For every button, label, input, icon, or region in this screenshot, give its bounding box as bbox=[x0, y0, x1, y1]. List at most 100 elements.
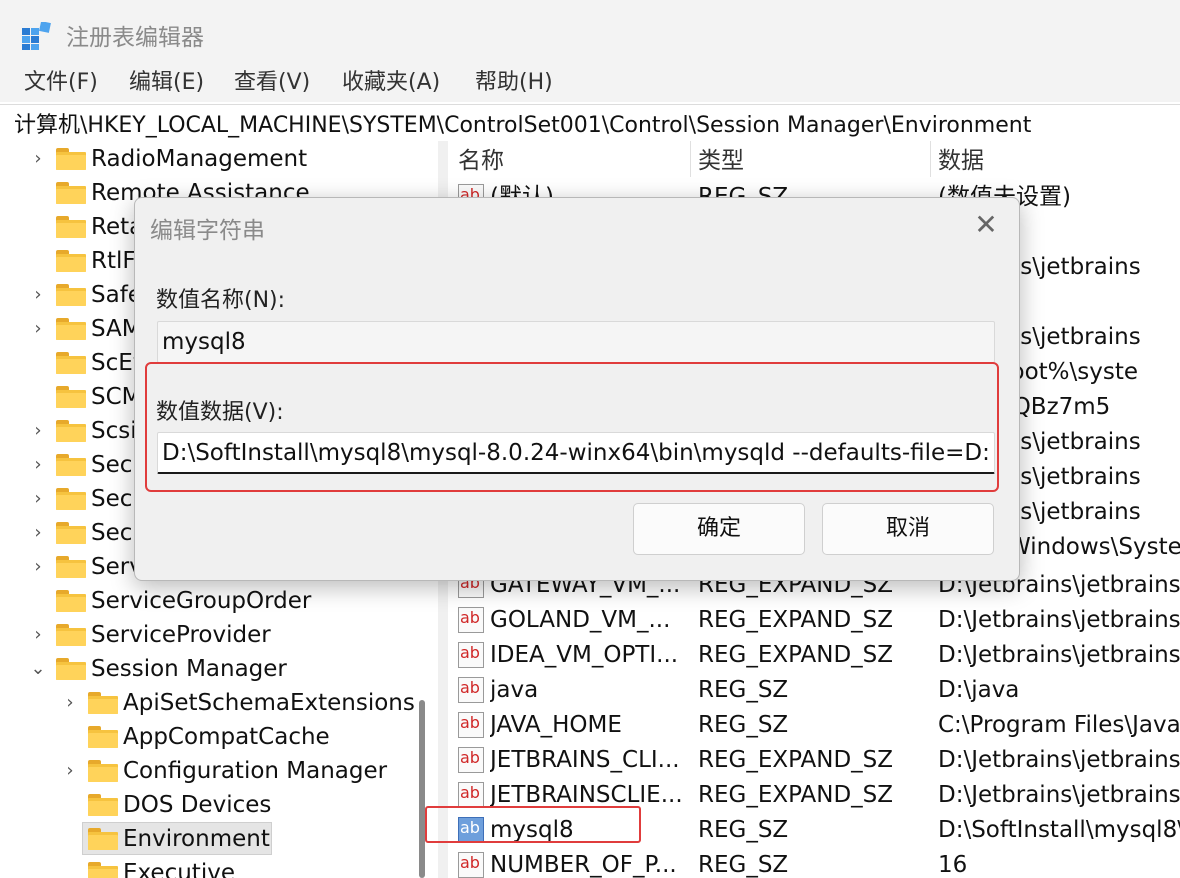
tree-scrollbar[interactable] bbox=[419, 700, 425, 878]
string-value-icon: ab bbox=[458, 677, 484, 703]
cancel-button[interactable]: 取消 bbox=[822, 503, 994, 555]
tree-item[interactable]: ⌄ Session Manager bbox=[0, 652, 438, 686]
folder-icon bbox=[56, 182, 86, 204]
chevron-right-icon[interactable]: › bbox=[30, 557, 46, 577]
tree-item[interactable]: › ServiceProvider bbox=[0, 618, 438, 652]
value-name: IDEA_VM_OPTI... bbox=[490, 642, 679, 668]
value-data: D:\SoftInstall\mysql8\ bbox=[938, 817, 1180, 843]
value-type: REG_EXPAND_SZ bbox=[698, 782, 894, 808]
menu-view[interactable]: 查看(V) bbox=[234, 68, 310, 98]
string-value-icon: ab bbox=[458, 607, 484, 633]
menu-edit[interactable]: 编辑(E) bbox=[129, 68, 204, 98]
folder-icon bbox=[88, 692, 118, 714]
column-header-type[interactable]: 类型 bbox=[698, 141, 744, 177]
value-name-field[interactable]: mysql8 bbox=[157, 321, 995, 363]
folder-icon bbox=[56, 556, 86, 578]
value-data: D:\Jetbrains\jetbrains bbox=[938, 607, 1180, 633]
tree-item[interactable]: › ApiSetSchemaExtensions bbox=[0, 686, 438, 720]
column-header-name[interactable]: 名称 bbox=[458, 141, 504, 177]
list-row[interactable]: ab IDEA_VM_OPTI... REG_EXPAND_SZ D:\Jetb… bbox=[448, 638, 1180, 673]
folder-icon bbox=[56, 216, 86, 238]
value-data: Windows\System3 bbox=[1008, 534, 1180, 560]
value-data-label: 数值数据(V): bbox=[156, 400, 284, 425]
annotation-highlight-box bbox=[425, 806, 641, 843]
list-row[interactable]: ab java REG_SZ D:\java bbox=[448, 673, 1180, 708]
chevron-right-icon[interactable]: › bbox=[30, 625, 46, 645]
value-name: java bbox=[490, 677, 539, 703]
folder-icon bbox=[56, 386, 86, 408]
window-title: 注册表编辑器 bbox=[66, 25, 204, 51]
value-name: GOLAND_VM_... bbox=[490, 607, 671, 633]
chevron-right-icon[interactable]: › bbox=[30, 455, 46, 475]
folder-icon bbox=[56, 420, 86, 442]
value-data: D:\java bbox=[938, 677, 1020, 703]
value-name: JAVA_HOME bbox=[490, 712, 622, 738]
tree-item[interactable]: DOS Devices bbox=[0, 788, 438, 822]
chevron-right-icon[interactable]: › bbox=[30, 285, 46, 305]
tree-item-label: Session Manager bbox=[91, 656, 287, 682]
list-row[interactable]: ab GOLAND_VM_... REG_EXPAND_SZ D:\Jetbra… bbox=[448, 603, 1180, 638]
list-row[interactable]: ab JETBRAINS_CLI... REG_EXPAND_SZ D:\Jet… bbox=[448, 743, 1180, 778]
menu-help[interactable]: 帮助(H) bbox=[475, 68, 553, 98]
tree-item[interactable]: › RadioManagement bbox=[0, 142, 438, 176]
chevron-right-icon[interactable]: › bbox=[30, 421, 46, 441]
value-data: C:\Program Files\Java bbox=[938, 712, 1180, 738]
column-divider[interactable] bbox=[930, 141, 931, 177]
folder-icon bbox=[88, 760, 118, 782]
chevron-down-icon[interactable]: ⌄ bbox=[30, 659, 46, 679]
value-type: REG_EXPAND_SZ bbox=[698, 642, 894, 668]
close-icon[interactable]: ✕ bbox=[971, 210, 1001, 240]
ok-button[interactable]: 确定 bbox=[633, 503, 805, 555]
address-bar[interactable]: 计算机\HKEY_LOCAL_MACHINE\SYSTEM\ControlSet… bbox=[0, 104, 1180, 142]
value-name: JETBRAINS_CLI... bbox=[490, 747, 680, 773]
value-data-text: D:\SoftInstall\mysql8\mysql-8.0.24-winx6… bbox=[162, 440, 990, 466]
list-row[interactable]: ab NUMBER_OF_P... REG_SZ 16 bbox=[448, 848, 1180, 878]
tree-item[interactable]: ServiceGroupOrder bbox=[0, 584, 438, 618]
value-data: 16 bbox=[938, 852, 968, 878]
tree-item-selected[interactable]: Environment bbox=[0, 822, 438, 856]
tree-item[interactable]: › Configuration Manager bbox=[0, 754, 438, 788]
folder-icon bbox=[56, 352, 86, 374]
value-type: REG_SZ bbox=[698, 817, 789, 843]
folder-icon bbox=[56, 522, 86, 544]
folder-icon bbox=[56, 250, 86, 272]
tree-item-label: DOS Devices bbox=[123, 792, 272, 818]
value-data-input[interactable]: D:\SoftInstall\mysql8\mysql-8.0.24-winx6… bbox=[157, 432, 995, 474]
string-value-icon: ab bbox=[458, 782, 484, 808]
chevron-right-icon[interactable]: › bbox=[30, 489, 46, 509]
address-path[interactable]: 计算机\HKEY_LOCAL_MACHINE\SYSTEM\ControlSet… bbox=[14, 107, 1031, 139]
folder-icon bbox=[88, 862, 118, 878]
chevron-right-icon[interactable]: › bbox=[62, 761, 78, 781]
value-name-label: 数值名称(N): bbox=[156, 288, 286, 313]
tree-item-label: ServiceGroupOrder bbox=[91, 588, 312, 614]
string-value-icon: ab bbox=[458, 747, 484, 773]
tree-item[interactable]: Executive bbox=[0, 856, 438, 878]
value-type: REG_SZ bbox=[698, 852, 789, 878]
folder-icon bbox=[56, 284, 86, 306]
value-data: D:\Jetbrains\jetbrains bbox=[938, 747, 1180, 773]
chevron-right-icon[interactable]: › bbox=[30, 523, 46, 543]
string-value-icon: ab bbox=[458, 712, 484, 738]
value-type: REG_EXPAND_SZ bbox=[698, 607, 894, 633]
folder-icon bbox=[56, 488, 86, 510]
menu-favorites[interactable]: 收藏夹(A) bbox=[342, 68, 440, 98]
value-type: REG_SZ bbox=[698, 712, 789, 738]
chevron-right-icon[interactable]: › bbox=[62, 693, 78, 713]
value-name: NUMBER_OF_P... bbox=[490, 852, 677, 878]
title-bar: 注册表编辑器 bbox=[0, 0, 1180, 68]
tree-item[interactable]: AppCompatCache bbox=[0, 720, 438, 754]
tree-item-label: Configuration Manager bbox=[123, 758, 388, 784]
value-type: REG_EXPAND_SZ bbox=[698, 747, 894, 773]
column-header-data[interactable]: 数据 bbox=[938, 141, 984, 177]
list-row[interactable]: ab JAVA_HOME REG_SZ C:\Program Files\Jav… bbox=[448, 708, 1180, 743]
tree-item-label: RtlF bbox=[91, 248, 136, 274]
tree-item-label: AppCompatCache bbox=[123, 724, 330, 750]
folder-open-icon bbox=[88, 828, 118, 850]
dialog-title: 编辑字符串 bbox=[150, 218, 265, 244]
chevron-right-icon[interactable]: › bbox=[30, 319, 46, 339]
menu-file[interactable]: 文件(F) bbox=[24, 68, 98, 98]
tree-item-label: Executive bbox=[123, 860, 235, 878]
value-name-text: mysql8 bbox=[162, 329, 246, 355]
chevron-right-icon[interactable]: › bbox=[30, 149, 46, 169]
column-divider[interactable] bbox=[690, 141, 691, 177]
